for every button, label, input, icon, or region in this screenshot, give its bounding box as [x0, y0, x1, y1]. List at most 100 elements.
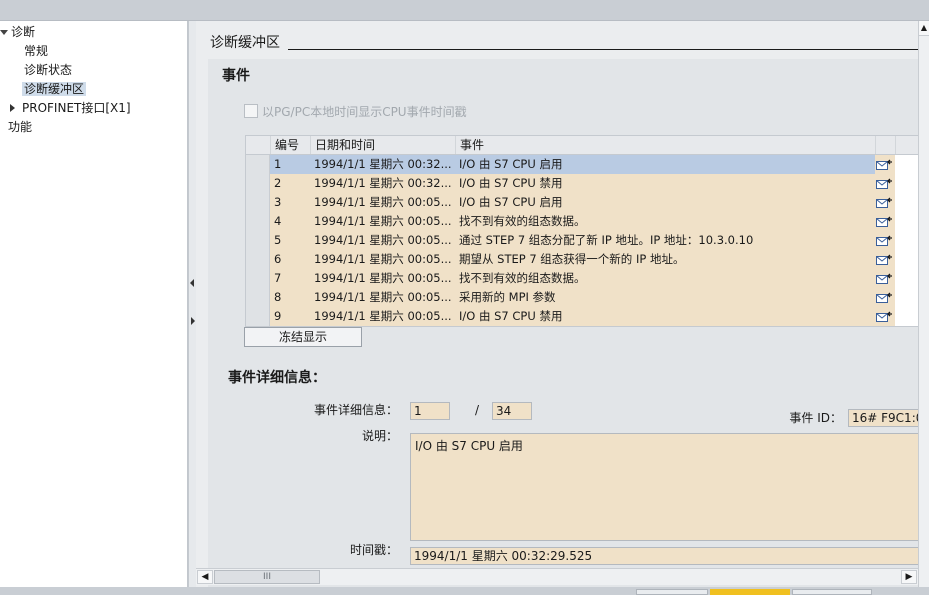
event-datetime: 1994/1/1 星期六 00:32... [310, 155, 455, 174]
bottom-tab[interactable] [792, 589, 872, 595]
event-help-icon [876, 235, 892, 246]
table-row[interactable]: 3 1994/1/1 星期六 00:05... I/O 由 S7 CPU 启用 [246, 193, 921, 212]
event-number: 7 [270, 269, 310, 288]
timestamp-field: 1994/1/1 星期六 00:32:29.525 [410, 547, 922, 565]
tree-item-diagnostic-status[interactable]: 诊断状态 [24, 61, 72, 80]
event-number: 2 [270, 174, 310, 193]
scroll-right-icon[interactable]: ▶ [901, 570, 917, 584]
details-total-field: 34 [492, 402, 532, 420]
event-help-button[interactable] [875, 212, 895, 231]
event-help-button[interactable] [875, 174, 895, 193]
table-row[interactable]: 9 1994/1/1 星期六 00:05... I/O 由 S7 CPU 禁用 [246, 307, 921, 326]
tree-item-diagnostic-buffer[interactable]: 诊断缓冲区 [22, 80, 87, 99]
event-text: 找不到有效的组态数据。 [455, 212, 875, 231]
column-header-datetime[interactable]: 日期和时间 [310, 136, 455, 154]
row-gutter[interactable] [246, 231, 270, 250]
table-row[interactable]: 7 1994/1/1 星期六 00:05... 找不到有效的组态数据。 [246, 269, 921, 288]
horizontal-scrollbar[interactable]: ◀ III ▶ [196, 568, 918, 585]
tree-item-label: 常规 [24, 44, 49, 58]
row-gutter[interactable] [246, 250, 270, 269]
event-id-field: 16# F9C1:02 [848, 409, 922, 427]
scroll-thumb[interactable]: III [214, 570, 320, 584]
tree-item-diagnostics[interactable]: 诊断 [0, 23, 35, 42]
details-separator: / [474, 403, 480, 417]
details-info-label: 事件详细信息： [313, 403, 398, 417]
event-datetime: 1994/1/1 星期六 00:05... [310, 250, 455, 269]
chevron-right-icon[interactable] [10, 104, 15, 112]
column-header-event[interactable]: 事件 [455, 136, 875, 154]
event-help-button[interactable] [875, 307, 895, 326]
description-label: 说明： [361, 429, 398, 443]
event-number: 4 [270, 212, 310, 231]
event-help-button[interactable] [875, 250, 895, 269]
tree-item-general[interactable]: 常规 [24, 42, 48, 61]
event-number: 5 [270, 231, 310, 250]
column-header-number[interactable]: 编号 [270, 136, 310, 154]
table-row[interactable]: 1 1994/1/1 星期六 00:32... I/O 由 S7 CPU 启用 [246, 155, 921, 174]
event-datetime: 1994/1/1 星期六 00:05... [310, 212, 455, 231]
event-id-label: 事件 ID： [789, 411, 842, 425]
chevron-down-icon[interactable] [0, 30, 8, 35]
row-gutter[interactable] [246, 174, 270, 193]
tree-item-label: 诊断缓冲区 [22, 82, 87, 96]
event-help-icon [876, 197, 892, 208]
event-text: 采用新的 MPI 参数 [455, 288, 875, 307]
row-gutter[interactable] [246, 212, 270, 231]
event-number: 9 [270, 307, 310, 326]
content-pane: 诊断缓冲区 事件 以PG/PC本地时间显示CPU事件时间戳 编号 日期和时间 事… [196, 21, 929, 587]
table-row[interactable]: 2 1994/1/1 星期六 00:32... I/O 由 S7 CPU 禁用 [246, 174, 921, 193]
event-text: I/O 由 S7 CPU 禁用 [455, 307, 875, 326]
table-row[interactable]: 5 1994/1/1 星期六 00:05... 通过 STEP 7 组态分配了新 I… [246, 231, 921, 250]
event-help-icon [876, 216, 892, 227]
column-header-icon [875, 136, 895, 154]
row-gutter[interactable] [246, 307, 270, 326]
row-gutter[interactable] [246, 288, 270, 307]
details-index-field[interactable]: 1 [410, 402, 450, 420]
event-number: 6 [270, 250, 310, 269]
event-help-icon [876, 292, 892, 303]
table-row[interactable]: 8 1994/1/1 星期六 00:05... 采用新的 MPI 参数 [246, 288, 921, 307]
row-gutter[interactable] [246, 269, 270, 288]
collapse-left-icon[interactable] [190, 279, 194, 287]
freeze-display-button[interactable]: 冻结显示 [244, 327, 362, 347]
section-title: 诊断缓冲区 [210, 33, 286, 53]
bottom-tab-active[interactable] [710, 589, 790, 595]
table-row[interactable]: 6 1994/1/1 星期六 00:05... 期望从 STEP 7 组态获得一个新… [246, 250, 921, 269]
event-text: I/O 由 S7 CPU 启用 [455, 155, 875, 174]
details-title: 事件详细信息： [228, 370, 326, 386]
event-help-icon [876, 159, 892, 170]
event-number: 1 [270, 155, 310, 174]
scroll-up-icon[interactable]: ▲ [919, 21, 929, 36]
table-row[interactable]: 4 1994/1/1 星期六 00:05... 找不到有效的组态数据。 [246, 212, 921, 231]
event-text: I/O 由 S7 CPU 禁用 [455, 174, 875, 193]
bottom-bar [0, 587, 929, 595]
row-gutter[interactable] [246, 155, 270, 174]
events-panel: 事件 以PG/PC本地时间显示CPU事件时间戳 编号 日期和时间 事件 1 199… [208, 59, 922, 587]
bottom-tab[interactable] [636, 589, 708, 595]
event-help-button[interactable] [875, 231, 895, 250]
tree-item-functions[interactable]: 功能 [8, 118, 32, 137]
events-table[interactable]: 编号 日期和时间 事件 1 1994/1/1 星期六 00:32... I/O 由 … [245, 135, 922, 327]
event-datetime: 1994/1/1 星期六 00:05... [310, 307, 455, 326]
table-header: 编号 日期和时间 事件 [246, 136, 921, 155]
event-help-button[interactable] [875, 288, 895, 307]
local-time-checkbox[interactable] [244, 104, 258, 118]
event-text: I/O 由 S7 CPU 启用 [455, 193, 875, 212]
tree-item-label: PROFINET接口[X1] [22, 101, 131, 115]
local-time-checkbox-row[interactable]: 以PG/PC本地时间显示CPU事件时间戳 [244, 103, 467, 121]
row-gutter[interactable] [246, 193, 270, 212]
vertical-scrollbar[interactable]: ▲ [918, 21, 929, 587]
event-text: 期望从 STEP 7 组态获得一个新的 IP 地址。 [455, 250, 875, 269]
event-datetime: 1994/1/1 星期六 00:05... [310, 269, 455, 288]
event-help-button[interactable] [875, 193, 895, 212]
scroll-left-icon[interactable]: ◀ [197, 570, 213, 584]
event-number: 3 [270, 193, 310, 212]
tree-item-profinet[interactable]: PROFINET接口[X1] [10, 99, 131, 118]
event-help-button[interactable] [875, 155, 895, 174]
event-help-button[interactable] [875, 269, 895, 288]
tree-item-label: 功能 [8, 120, 33, 134]
expand-right-icon[interactable] [191, 317, 195, 325]
event-datetime: 1994/1/1 星期六 00:05... [310, 193, 455, 212]
events-title: 事件 [222, 68, 250, 84]
top-toolbar [0, 0, 929, 21]
